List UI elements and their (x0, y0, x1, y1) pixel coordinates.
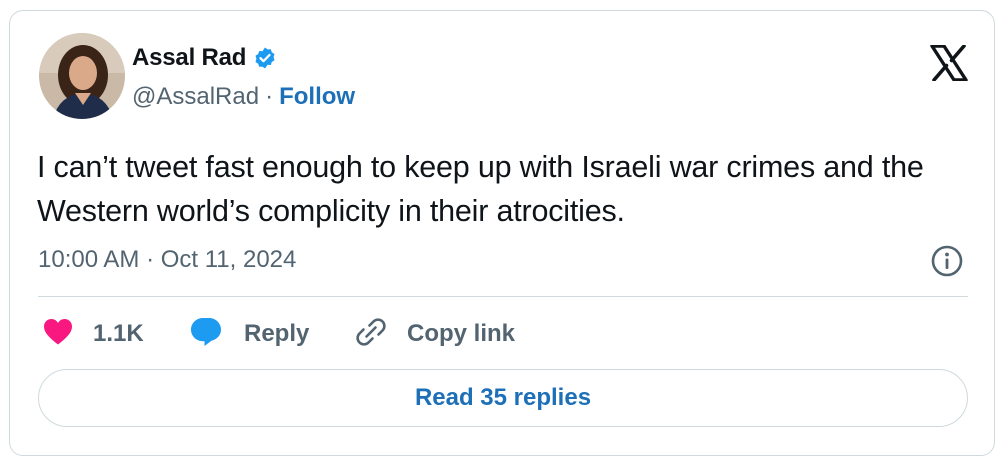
avatar[interactable] (39, 33, 125, 119)
author-handle-row: @AssalRad · Follow (132, 82, 355, 112)
link-icon (355, 316, 387, 353)
reply-button[interactable]: Reply (190, 316, 309, 352)
like-count: 1.1K (93, 320, 144, 347)
separator-dot: · (265, 83, 274, 110)
copy-link-label: Copy link (407, 320, 516, 347)
heart-icon (43, 318, 73, 351)
tweet-card: Assal Rad @AssalRad · Follow I can’t twe… (9, 10, 995, 456)
author-handle[interactable]: @AssalRad (132, 83, 259, 111)
author-display-name[interactable]: Assal Rad (132, 44, 246, 72)
author-name-row: Assal Rad (132, 43, 277, 73)
follow-button[interactable]: Follow (279, 83, 355, 111)
like-button[interactable]: 1.1K (43, 316, 144, 352)
info-icon[interactable] (930, 244, 964, 278)
read-replies-button[interactable]: Read 35 replies (38, 369, 968, 427)
x-logo-icon[interactable] (930, 44, 968, 82)
tweet-text: I can’t tweet fast enough to keep up wit… (37, 150, 924, 228)
reply-label: Reply (244, 320, 310, 347)
verified-badge-icon (253, 46, 277, 70)
read-replies-label: Read 35 replies (414, 384, 592, 411)
copy-link-button[interactable]: Copy link (355, 316, 515, 352)
divider (38, 296, 968, 297)
speech-bubble-icon (190, 316, 222, 353)
tweet-timestamp[interactable]: 10:00 AM · Oct 11, 2024 (38, 245, 296, 275)
